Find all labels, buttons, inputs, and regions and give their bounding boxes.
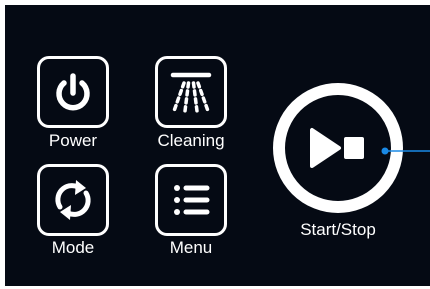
shower-spray-icon [170,72,212,113]
start-stop-label: Start/Stop [300,220,376,239]
control-panel: Power Cleaning Mode Menu Start/Stop [5,5,430,286]
play-stop-icon [310,128,364,168]
cleaning-button[interactable] [155,56,227,128]
callout-pointer [381,147,430,155]
list-icon [174,185,210,215]
power-icon [56,73,90,111]
cycle-arrows-icon [55,180,91,220]
mode-button[interactable] [37,164,109,236]
menu-button[interactable] [155,164,227,236]
mode-label: Mode [51,238,95,257]
menu-label: Menu [169,238,213,257]
power-button[interactable] [37,56,109,128]
cleaning-label: Cleaning [157,131,225,150]
power-label: Power [48,131,98,150]
